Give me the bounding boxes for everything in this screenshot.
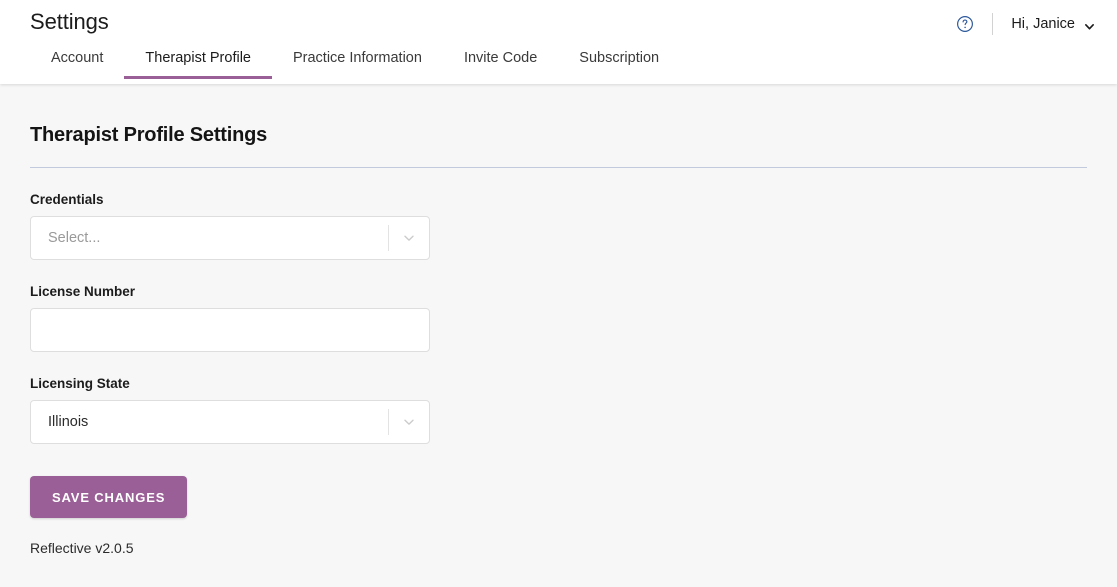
section-heading: Therapist Profile Settings — [30, 124, 268, 146]
header-top-bar: Settings Hi, Janice — [0, 0, 1117, 47]
field-credentials: Credentials Select... — [30, 192, 1087, 260]
credentials-select-value: Select... — [48, 230, 101, 246]
licensing-state-select[interactable]: Illinois — [30, 400, 430, 444]
field-licensing-state: Licensing State Illinois — [30, 376, 1087, 444]
main-content: Therapist Profile Settings Credentials S… — [0, 84, 1117, 587]
tab-label: Invite Code — [463, 50, 538, 66]
app-header: Settings Hi, Janice Account Therapist Pr… — [0, 0, 1117, 84]
app-version-label: Reflective v2.0.5 — [30, 540, 134, 556]
header-separator — [992, 13, 994, 35]
tab-label: Therapist Profile — [145, 50, 251, 66]
tab-therapist-profile[interactable]: Therapist Profile — [124, 43, 272, 79]
tab-invite-code[interactable]: Invite Code — [443, 43, 558, 79]
licensing-state-label: Licensing State — [30, 376, 130, 391]
section-divider — [30, 167, 1087, 168]
chevron-down-icon[interactable] — [389, 414, 429, 430]
user-menu[interactable]: Hi, Janice — [1011, 16, 1099, 32]
chevron-down-icon — [1084, 19, 1095, 30]
tab-label: Practice Information — [292, 50, 422, 66]
licensing-state-select-value: Illinois — [48, 414, 89, 430]
tab-label: Subscription — [579, 50, 660, 66]
tab-label: Account — [51, 50, 104, 66]
help-circle-icon[interactable] — [954, 13, 976, 35]
license-number-label: License Number — [30, 284, 136, 299]
page-title: Settings — [30, 9, 109, 34]
chevron-down-icon[interactable] — [389, 230, 429, 246]
tab-practice-information[interactable]: Practice Information — [272, 43, 443, 79]
settings-tab-bar: Account Therapist Profile Practice Infor… — [0, 43, 680, 84]
credentials-select[interactable]: Select... — [30, 216, 430, 260]
field-license-number: License Number — [30, 284, 1087, 352]
license-number-input[interactable] — [30, 308, 430, 352]
tab-subscription[interactable]: Subscription — [558, 43, 680, 79]
tab-account[interactable]: Account — [30, 43, 124, 79]
save-changes-button[interactable]: SAVE CHANGES — [30, 476, 188, 518]
user-greeting-label: Hi, Janice — [1011, 16, 1075, 32]
header-actions: Hi, Janice — [954, 10, 1099, 38]
credentials-label: Credentials — [30, 192, 104, 207]
